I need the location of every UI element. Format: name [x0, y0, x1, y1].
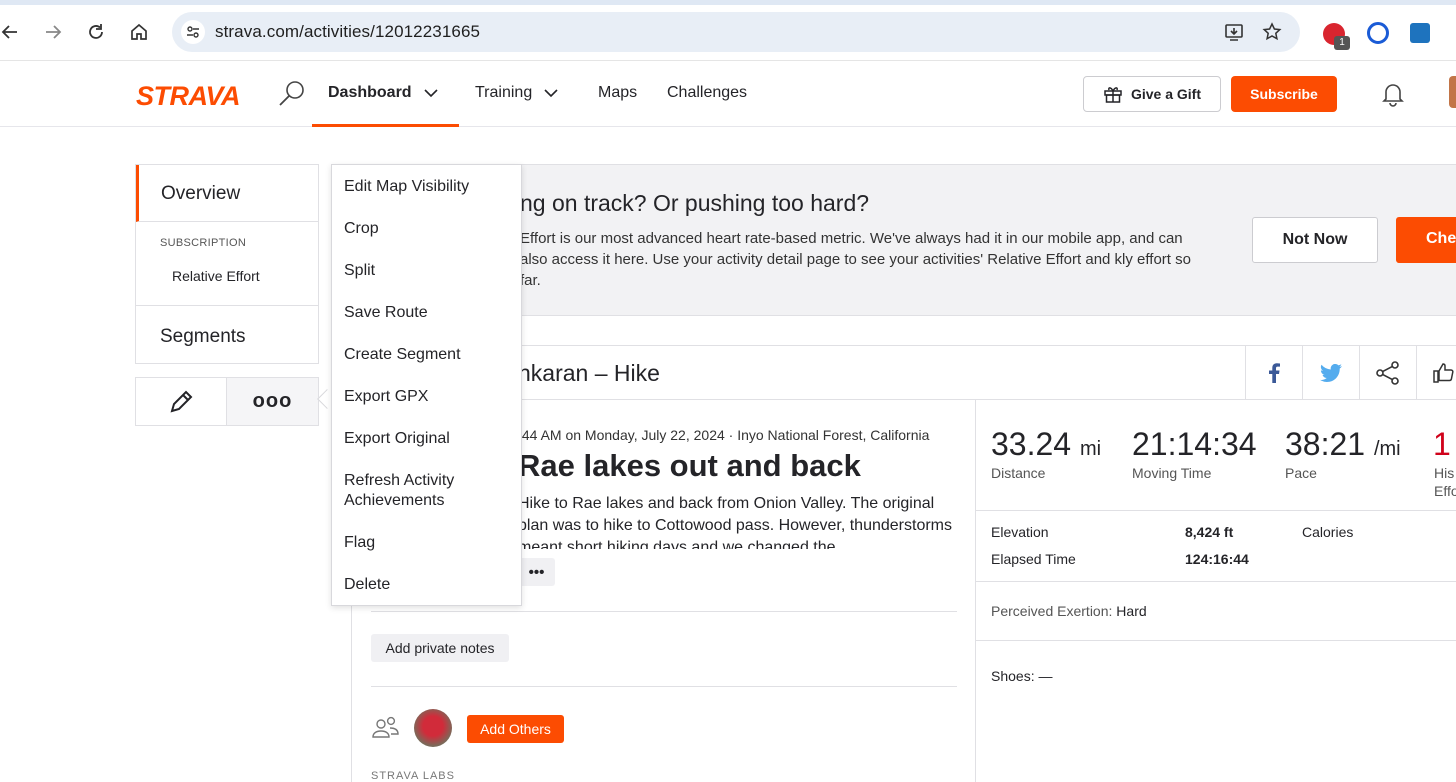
sidebar-item-segments[interactable]: Segments [136, 305, 318, 363]
check-it-out-button[interactable]: Che [1396, 217, 1456, 263]
show-more-button[interactable]: ••• [518, 558, 555, 586]
menu-item-delete[interactable]: Delete [344, 575, 390, 595]
add-private-notes-button[interactable]: Add private notes [371, 634, 509, 662]
nav-dashboard[interactable]: Dashboard [328, 84, 438, 102]
divider [976, 510, 1456, 511]
banner-body: Effort is our most advanced heart rate-b… [520, 230, 1191, 289]
edit-activity-button[interactable] [135, 377, 227, 426]
relative-effort-label-1: His [1434, 465, 1455, 481]
group-icon [371, 716, 401, 745]
nav-maps[interactable]: Maps [598, 84, 637, 102]
elapsed-time-label: Elapsed Time [991, 551, 1076, 567]
moving-time-value: 21:14:34 [1132, 426, 1257, 462]
url-text[interactable]: strava.com/activities/12012231665 [215, 22, 480, 42]
site-info-icon[interactable] [181, 20, 205, 44]
strava-logo[interactable]: STRAVA [136, 81, 241, 112]
site-header: STRAVA Dashboard Training Maps Challenge… [0, 61, 1456, 127]
strava-labs-heading: STRAVA LABS [371, 770, 455, 782]
chevron-down-icon [544, 89, 558, 98]
share-icon [1376, 360, 1399, 385]
distance-value: 33.24 [991, 426, 1072, 462]
twitter-icon [1320, 363, 1342, 382]
bookmark-star-icon[interactable] [1262, 22, 1282, 47]
menu-item-crop[interactable]: Crop [344, 219, 379, 239]
activity-description: Hike to Rae lakes and back from Onion Va… [518, 495, 952, 549]
elevation-value: 8,424 ft [1185, 524, 1234, 540]
divider [371, 686, 957, 687]
activity-athlete-sport: nkaran – Hike [518, 360, 660, 386]
address-bar[interactable]: strava.com/activities/12012231665 [172, 12, 1300, 52]
password-manager-extension-icon[interactable] [1367, 22, 1389, 44]
notification-bell-icon[interactable] [1381, 81, 1405, 112]
pencil-icon [170, 390, 193, 412]
add-others-button[interactable]: Add Others [467, 715, 564, 743]
nav-training[interactable]: Training [475, 84, 558, 102]
sidebar: Overview SUBSCRIPTION Relative Effort Se… [135, 164, 319, 364]
athlete-avatar[interactable] [414, 709, 452, 747]
nav-dashboard-label: Dashboard [328, 84, 412, 101]
twitter-share-button[interactable] [1302, 346, 1359, 399]
user-avatar[interactable] [1449, 76, 1456, 108]
menu-item-export-gpx[interactable]: Export GPX [344, 387, 428, 407]
facebook-share-button[interactable] [1245, 346, 1302, 399]
gift-icon [1104, 87, 1122, 103]
divider [976, 640, 1456, 641]
pace-label: Pace [1285, 465, 1317, 481]
perceived-exertion-label: Perceived Exertion: [991, 603, 1113, 619]
install-app-icon[interactable] [1224, 22, 1244, 47]
not-now-button[interactable]: Not Now [1252, 217, 1378, 263]
facebook-icon [1269, 362, 1280, 383]
more-actions-button[interactable]: ooo [226, 377, 319, 426]
calories-label: Calories [1302, 524, 1354, 540]
perceived-exertion-value: Hard [1116, 603, 1147, 619]
distance-label: Distance [991, 465, 1046, 481]
give-gift-button[interactable]: Give a Gift [1083, 76, 1221, 112]
activity-name: Rae lakes out and back [518, 448, 861, 483]
sidebar-subscription-heading: SUBSCRIPTION [160, 237, 247, 249]
menu-item-export-original[interactable]: Export Original [344, 429, 450, 449]
nav-challenges[interactable]: Challenges [667, 84, 747, 102]
relative-effort-label-2: Effo [1434, 483, 1456, 499]
shoes-info: Shoes: — [991, 668, 1053, 684]
browser-toolbar: strava.com/activities/12012231665 1 [0, 5, 1456, 61]
activity-meta: :44 AM on Monday, July 22, 2024 · Inyo N… [518, 427, 930, 443]
menu-item-create-segment[interactable]: Create Segment [344, 345, 461, 365]
menu-item-save-route[interactable]: Save Route [344, 303, 428, 323]
back-icon[interactable] [0, 18, 24, 46]
elapsed-time-value: 124:16:44 [1185, 551, 1249, 567]
actions-dropdown-menu: Edit Map Visibility Crop Split Save Rout… [331, 164, 522, 606]
pace-value: 38:21 [1285, 426, 1366, 462]
sidebar-item-overview[interactable]: Overview [136, 165, 318, 222]
distance-unit: mi [1079, 438, 1102, 460]
reload-icon[interactable] [82, 18, 110, 46]
menu-item-edit-map-visibility[interactable]: Edit Map Visibility [344, 177, 469, 197]
perceived-exertion: Perceived Exertion: Hard [991, 603, 1147, 619]
nav-training-label: Training [475, 84, 533, 101]
moving-time-label: Moving Time [1132, 465, 1212, 481]
sidebar-item-relative-effort[interactable]: Relative Effort [172, 268, 260, 284]
give-gift-label: Give a Gift [1130, 86, 1202, 102]
extension-badge: 1 [1334, 36, 1350, 50]
nav-active-underline [312, 124, 459, 127]
menu-item-flag[interactable]: Flag [344, 533, 375, 553]
pace-stat: 38:21 /mi [1285, 426, 1401, 463]
search-icon[interactable] [277, 79, 307, 114]
forward-icon[interactable] [39, 18, 67, 46]
thumbs-up-icon [1433, 362, 1454, 383]
home-icon[interactable] [125, 18, 153, 46]
subscribe-button[interactable]: Subscribe [1231, 76, 1337, 112]
chevron-down-icon [424, 89, 438, 98]
relative-effort-value: 1 [1433, 426, 1451, 462]
pace-unit: /mi [1373, 438, 1401, 460]
kudos-button[interactable] [1416, 346, 1456, 399]
elevation-label: Elevation [991, 524, 1049, 540]
divider [976, 581, 1456, 582]
extension-icon[interactable] [1410, 23, 1430, 43]
menu-item-refresh-achievements[interactable]: Refresh Activity Achievements [344, 471, 494, 511]
divider [371, 611, 957, 612]
banner-heading: ng on track? Or pushing too hard? [520, 190, 870, 216]
share-button[interactable] [1359, 346, 1416, 399]
menu-item-split[interactable]: Split [344, 261, 375, 281]
distance-stat: 33.24 mi [991, 426, 1101, 463]
